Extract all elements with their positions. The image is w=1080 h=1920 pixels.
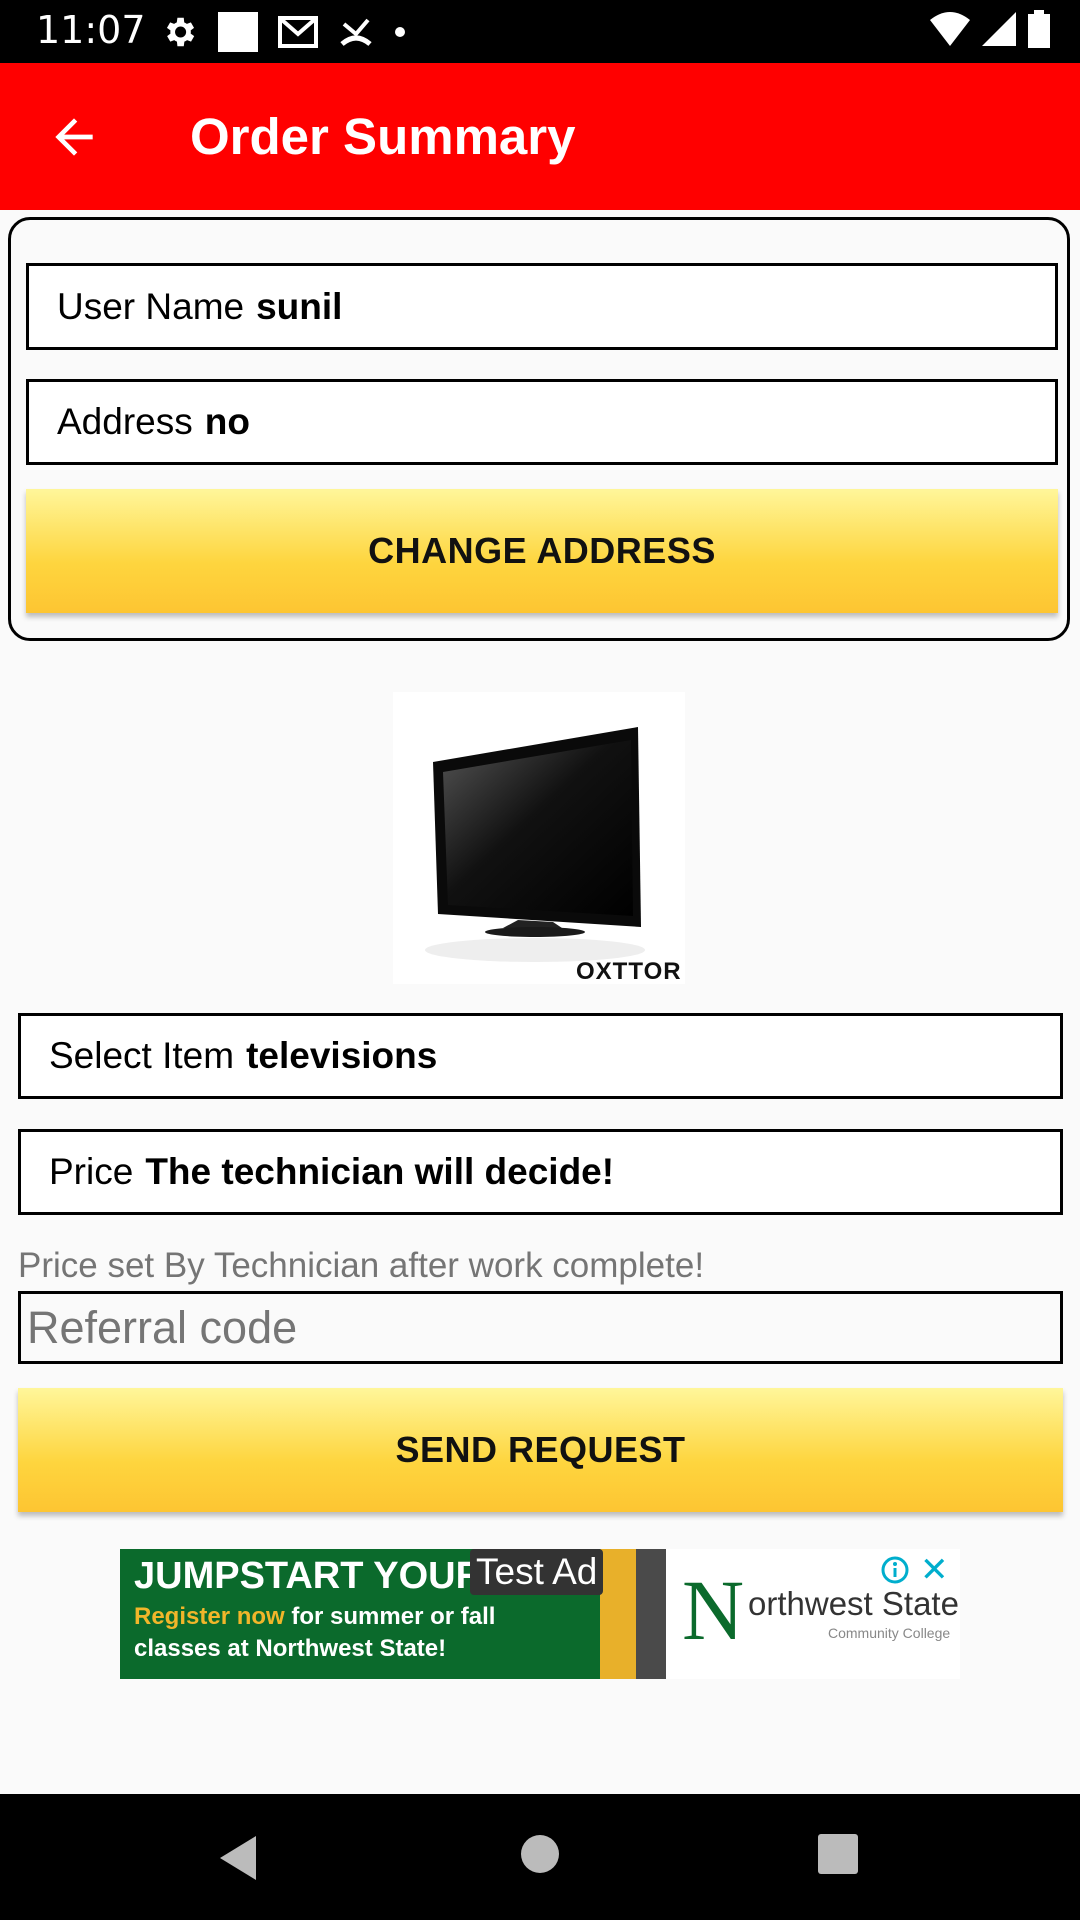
app-bar: Order Summary xyxy=(0,63,1080,210)
signal-icon xyxy=(982,12,1016,46)
ad-stripe xyxy=(600,1549,636,1679)
nav-back-icon[interactable] xyxy=(216,1834,260,1882)
user-name-value: sunil xyxy=(256,285,343,327)
ad-banner[interactable]: JUMPSTART YOUR F Register now for summer… xyxy=(120,1549,960,1679)
ad-stripe-dark xyxy=(636,1549,666,1679)
user-info-card: User Name sunil Address no CHANGE ADDRES… xyxy=(8,217,1070,641)
status-time: 11:07 xyxy=(36,8,146,52)
ad-highlight: Register now xyxy=(134,1603,285,1630)
address-value: no xyxy=(204,401,250,442)
ad-line-3: classes at Northwest State! xyxy=(134,1635,447,1662)
navigation-bar xyxy=(0,1794,1080,1920)
user-name-field: User Name sunil xyxy=(26,263,1058,350)
ad-line-2: Register now for summer or fall xyxy=(134,1603,495,1631)
nav-recents-icon[interactable] xyxy=(818,1834,858,1874)
change-address-button[interactable]: CHANGE ADDRESS xyxy=(26,489,1058,613)
select-item-value: televisions xyxy=(246,1035,438,1076)
test-ad-badge: Test Ad xyxy=(470,1549,604,1595)
television-icon xyxy=(425,727,645,962)
battery-icon xyxy=(1028,10,1050,48)
send-request-button[interactable]: SEND REQUEST xyxy=(18,1388,1063,1512)
notification-icons xyxy=(160,12,406,52)
ad-headline: JUMPSTART YOUR F xyxy=(134,1555,517,1597)
missed-call-icon xyxy=(340,18,372,46)
user-name-label: User Name xyxy=(57,285,245,327)
dot-icon xyxy=(395,27,405,37)
settings-icon xyxy=(166,17,195,47)
ad-logo-mark: N xyxy=(682,1562,745,1658)
select-item-field[interactable]: Select Item televisions xyxy=(18,1013,1063,1099)
price-value: The technician will decide! xyxy=(145,1151,615,1192)
system-icons xyxy=(930,10,1050,48)
ad-line-2-rest: for summer or fall xyxy=(284,1603,496,1630)
info-icon[interactable] xyxy=(880,1555,910,1585)
ad-logo-text: orthwest State xyxy=(748,1585,959,1622)
ad-logo-subtext: Community College xyxy=(828,1625,951,1641)
back-arrow-icon[interactable] xyxy=(46,109,102,165)
price-field: Price The technician will decide! xyxy=(18,1129,1063,1215)
address-field: Address no xyxy=(26,379,1058,465)
wifi-icon xyxy=(930,12,970,46)
product-image xyxy=(393,692,685,984)
price-label: Price xyxy=(49,1151,134,1192)
nav-home-icon[interactable] xyxy=(520,1834,560,1874)
product-brand: OXTTOR xyxy=(576,958,682,985)
referral-code-input[interactable] xyxy=(18,1291,1063,1364)
status-bar: 11:07 xyxy=(0,0,1080,63)
select-item-label: Select Item xyxy=(49,1035,235,1076)
gmail-icon xyxy=(278,16,318,48)
close-icon[interactable]: ✕ xyxy=(920,1553,949,1587)
address-label: Address xyxy=(57,401,193,442)
square-notification-icon xyxy=(218,12,258,52)
price-hint: Price set By Technician after work compl… xyxy=(18,1246,705,1285)
page-title: Order Summary xyxy=(190,108,576,165)
